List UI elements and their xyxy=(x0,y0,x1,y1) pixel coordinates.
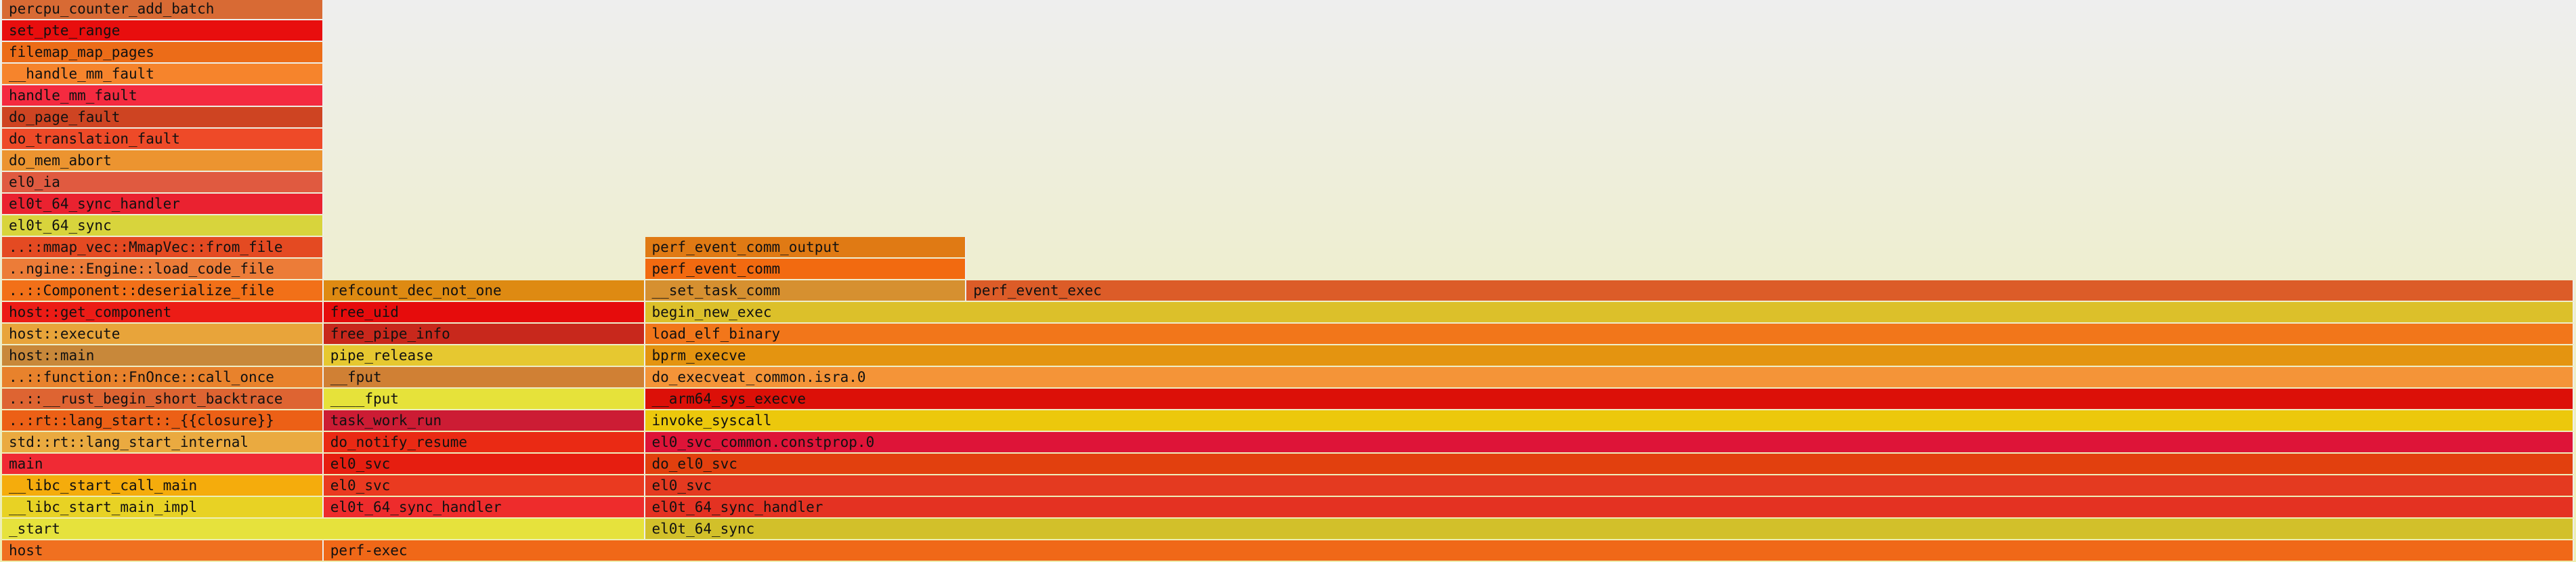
flame-frame[interactable]: ..::mmap_vec::MmapVec::from_file xyxy=(2,237,324,257)
flame-frame[interactable]: do_mem_abort xyxy=(2,150,324,171)
flame-frame[interactable]: el0_svc xyxy=(323,454,645,474)
flame-frame[interactable]: el0t_64_sync xyxy=(645,519,2574,539)
flame-frame[interactable]: ..::Component::deserialize_file xyxy=(2,280,324,301)
flame-frame[interactable]: __set_task_comm xyxy=(645,280,967,301)
flame-frame[interactable]: do_el0_svc xyxy=(645,454,2574,474)
flame-frame[interactable]: __fput xyxy=(323,367,645,387)
flame-frame[interactable]: __libc_start_main_impl xyxy=(2,497,324,517)
flame-frame[interactable]: handle_mm_fault xyxy=(2,85,324,106)
flame-frame[interactable]: do_translation_fault xyxy=(2,129,324,149)
flame-frame[interactable]: host::execute xyxy=(2,324,324,344)
flame-frame[interactable]: el0_svc xyxy=(323,475,645,496)
flame-frame[interactable]: bprm_execve xyxy=(645,345,2574,366)
flame-frame[interactable]: main xyxy=(2,454,324,474)
flame-frame[interactable]: el0t_64_sync_handler xyxy=(2,194,324,214)
flame-frame[interactable]: el0_svc_common.constprop.0 xyxy=(645,432,2574,452)
flame-frame[interactable]: pipe_release xyxy=(323,345,645,366)
flame-frame[interactable]: percpu_counter_add_batch xyxy=(2,0,324,19)
flame-frame[interactable]: do_page_fault xyxy=(2,107,324,127)
flame-frame[interactable]: ..:rt::lang_start::_{{closure}} xyxy=(2,410,324,431)
flame-frame[interactable]: ____fput xyxy=(323,389,645,409)
flame-frame[interactable]: do_execveat_common.isra.0 xyxy=(645,367,2574,387)
flame-frame[interactable]: begin_new_exec xyxy=(645,302,2574,322)
flame-graph: host perf-exec _start el0t_64_sync __libc_st… xyxy=(0,0,2576,562)
flame-frame[interactable]: __libc_start_call_main xyxy=(2,475,324,496)
flame-frame[interactable]: host::main xyxy=(2,345,324,366)
flame-frame[interactable]: free_uid xyxy=(323,302,645,322)
flame-frame[interactable]: load_elf_binary xyxy=(645,324,2574,344)
flame-frame[interactable]: do_notify_resume xyxy=(323,432,645,452)
flame-frame[interactable]: filemap_map_pages xyxy=(2,42,324,62)
flame-frame[interactable]: perf_event_comm xyxy=(645,259,967,279)
flame-frame[interactable]: task_work_run xyxy=(323,410,645,431)
flame-frame[interactable]: refcount_dec_not_one xyxy=(323,280,645,301)
flame-frame[interactable]: perf-exec xyxy=(323,540,2574,561)
flame-frame[interactable]: ..ngine::Engine::load_code_file xyxy=(2,259,324,279)
flame-frame[interactable]: perf_event_exec xyxy=(966,280,2574,301)
flame-frame[interactable]: std::rt::lang_start_internal xyxy=(2,432,324,452)
flame-frame[interactable]: el0_ia xyxy=(2,172,324,192)
flame-frame[interactable]: host xyxy=(2,540,324,561)
flame-frame[interactable]: ..::__rust_begin_short_backtrace xyxy=(2,389,324,409)
flame-frame[interactable]: __arm64_sys_execve xyxy=(645,389,2574,409)
flame-frame[interactable]: el0_svc xyxy=(645,475,2574,496)
flame-frame[interactable]: ..::function::FnOnce::call_once xyxy=(2,367,324,387)
flame-frame[interactable]: el0t_64_sync_handler xyxy=(323,497,645,517)
flame-frame[interactable]: host::get_component xyxy=(2,302,324,322)
flame-frame[interactable]: _start xyxy=(2,519,645,539)
flame-frame[interactable]: __handle_mm_fault xyxy=(2,64,324,84)
flame-frame[interactable]: set_pte_range xyxy=(2,20,324,41)
flame-frame[interactable]: el0t_64_sync xyxy=(2,215,324,236)
flame-frame[interactable]: invoke_syscall xyxy=(645,410,2574,431)
flame-frame[interactable]: free_pipe_info xyxy=(323,324,645,344)
flame-frame[interactable]: el0t_64_sync_handler xyxy=(645,497,2574,517)
flame-frame[interactable]: perf_event_comm_output xyxy=(645,237,967,257)
